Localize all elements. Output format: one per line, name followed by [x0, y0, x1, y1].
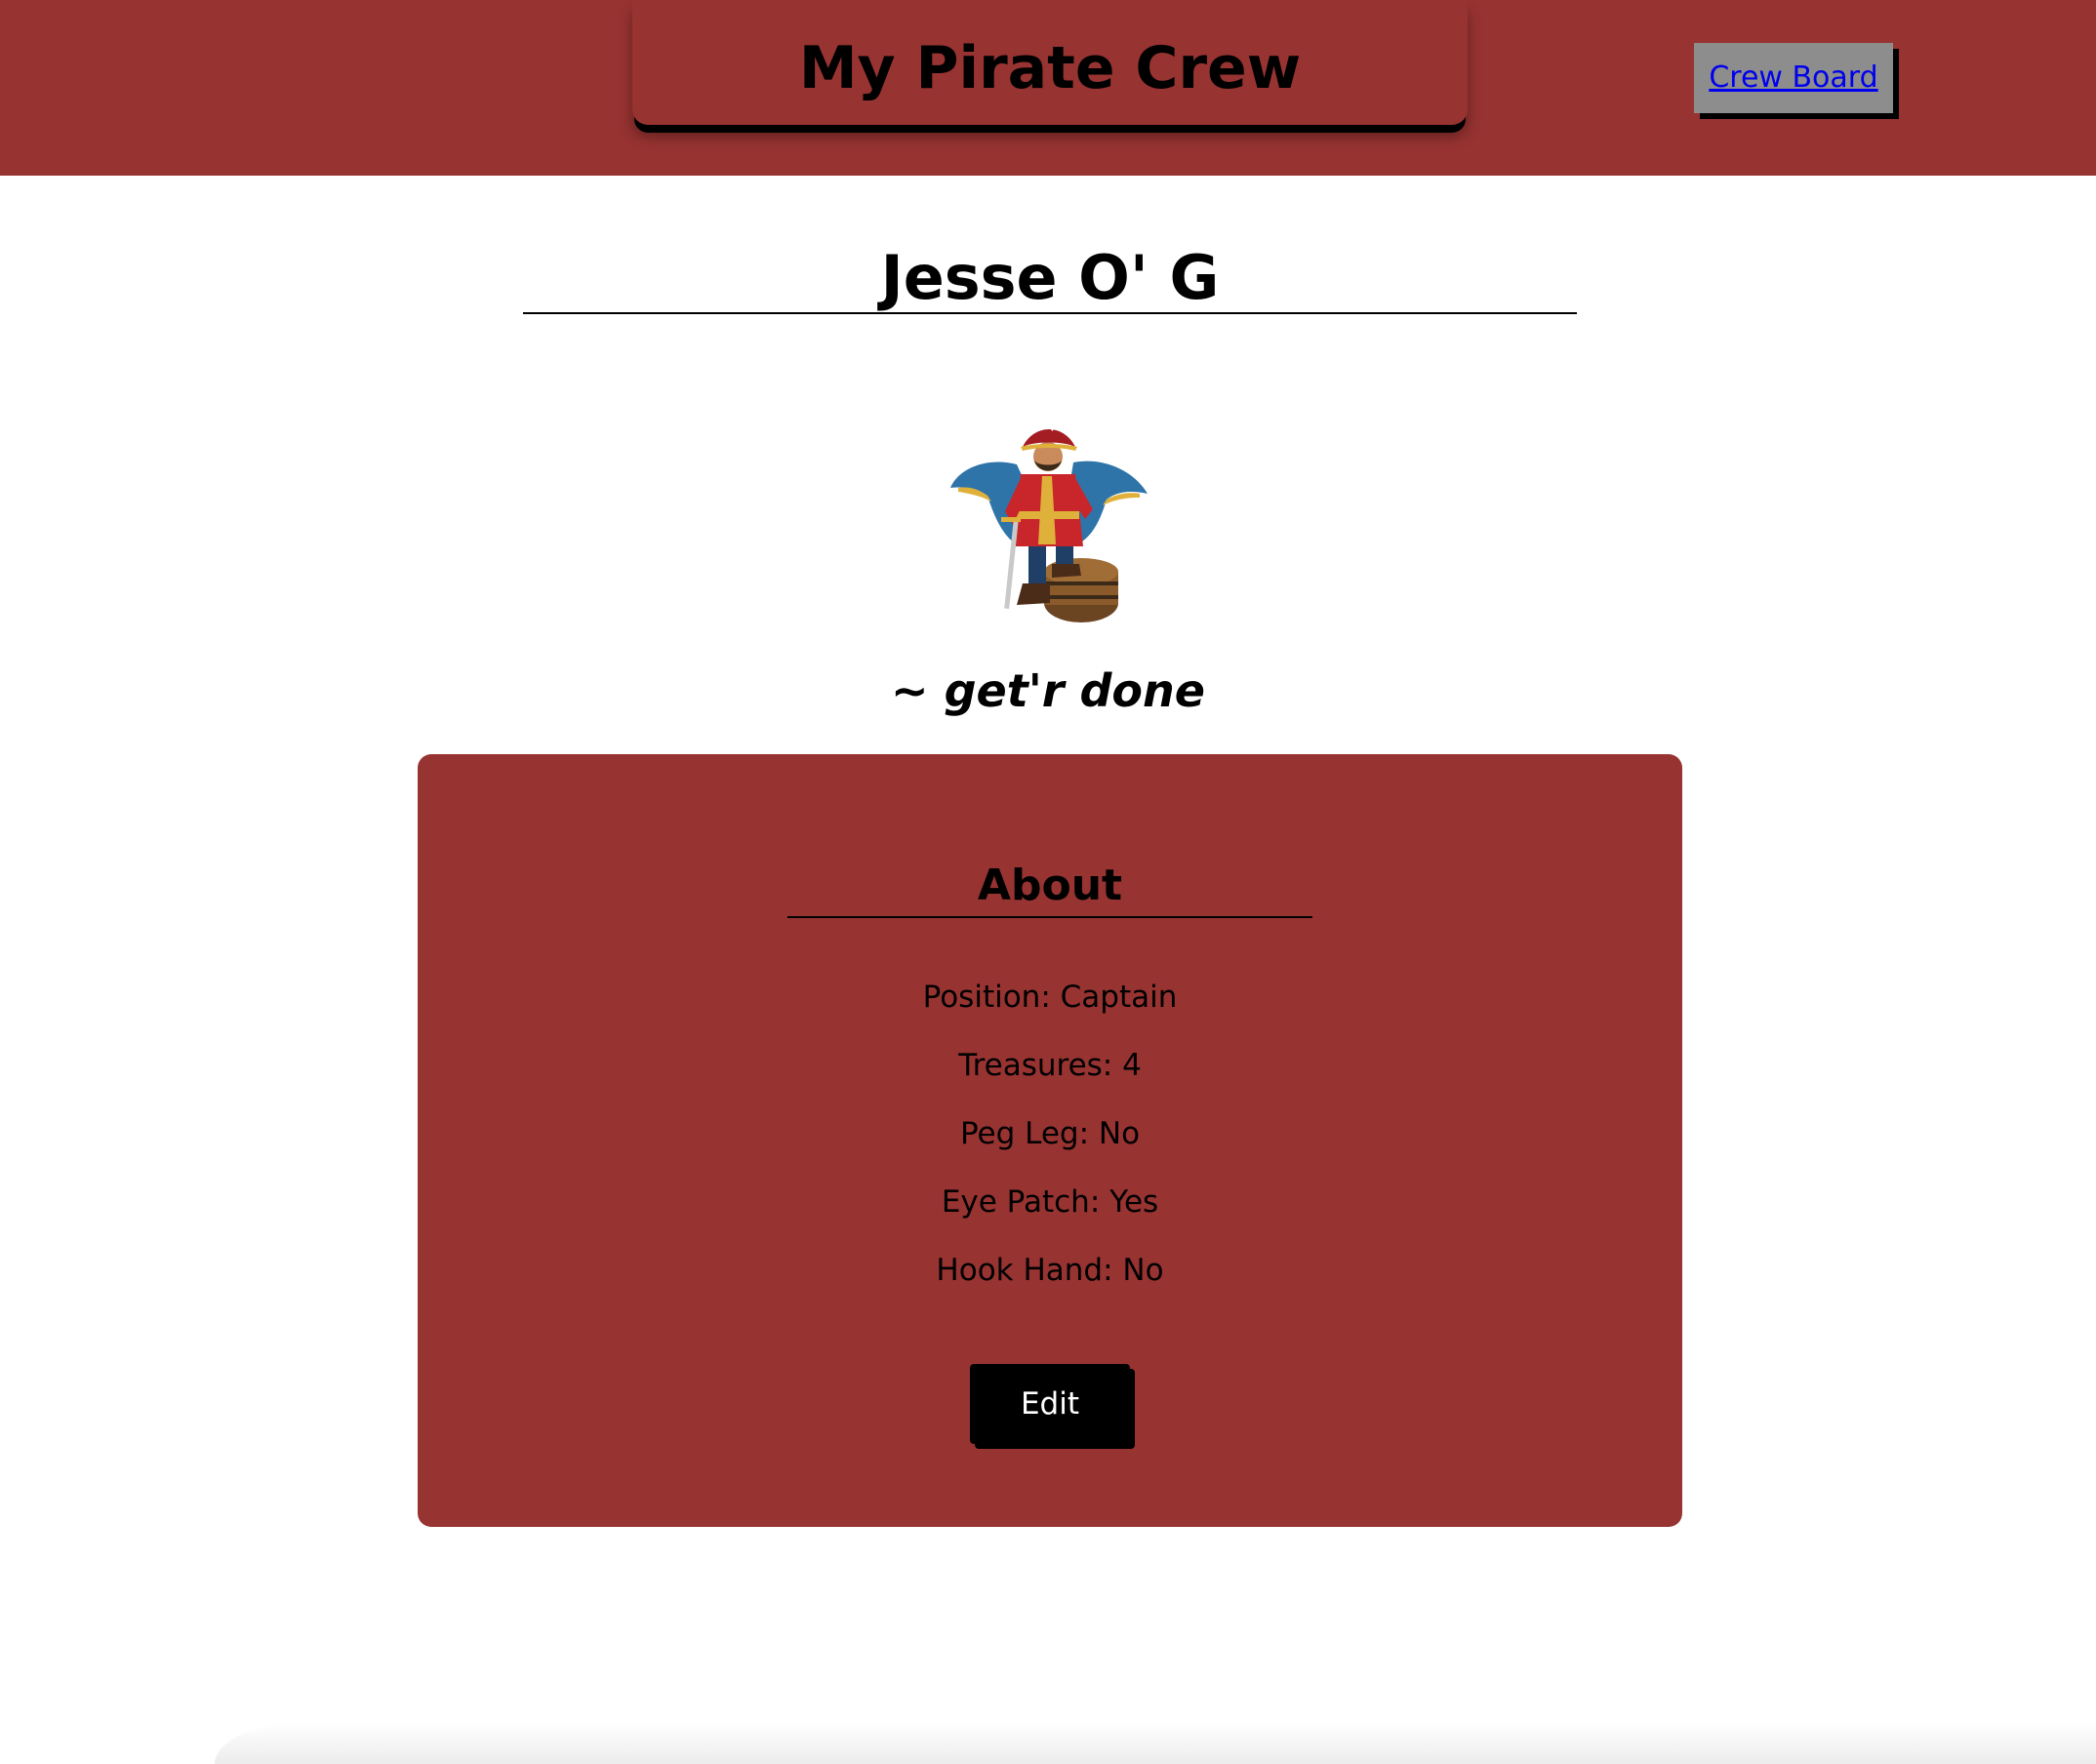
detail-peg-leg: Peg Leg: No: [959, 1116, 1141, 1151]
site-header: My Pirate Crew Crew Board: [0, 0, 2096, 176]
pirate-avatar-image: [948, 418, 1151, 624]
detail-eye-patch: Eye Patch: Yes: [941, 1184, 1159, 1220]
site-title: My Pirate Crew: [632, 0, 1468, 125]
about-details-list: Position: Captain Treasures: 4 Peg Leg: …: [418, 963, 1682, 1304]
bottom-edge-shadow: [215, 1723, 2096, 1764]
crew-board-button[interactable]: Crew Board: [1694, 43, 1893, 113]
crew-member-page: My Pirate Crew Crew Board Jesse O' G ~ g…: [0, 0, 2096, 1764]
detail-treasures: Treasures: 4: [958, 1048, 1142, 1083]
about-heading: About: [787, 852, 1312, 918]
detail-hook-hand: Hook Hand: No: [936, 1253, 1164, 1288]
edit-button[interactable]: Edit: [970, 1364, 1130, 1444]
about-card: About Position: Captain Treasures: 4 Peg…: [418, 754, 1682, 1527]
detail-position: Position: Captain: [922, 980, 1178, 1015]
crew-board-link[interactable]: Crew Board: [1709, 60, 1877, 95]
crew-member-name: Jesse O' G: [523, 234, 1577, 314]
crew-member-motto: ~ get'r done: [891, 664, 1205, 717]
